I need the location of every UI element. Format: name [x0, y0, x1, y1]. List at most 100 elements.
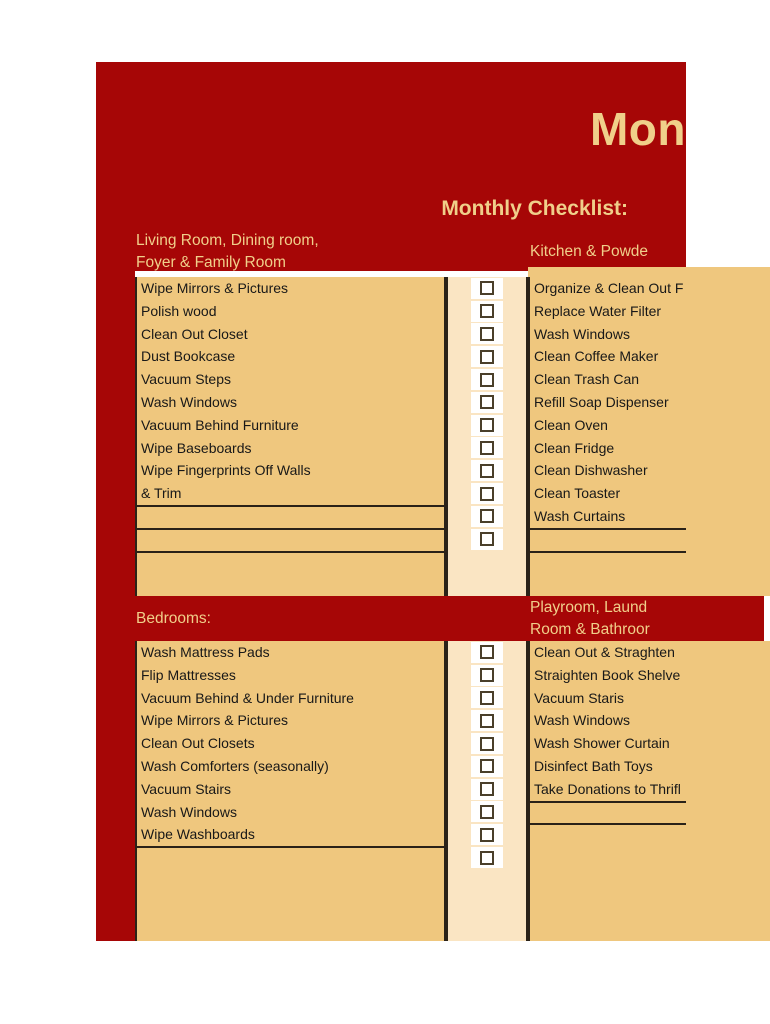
checkbox-cell-background[interactable]: [471, 733, 503, 755]
checkbox-icon[interactable]: [480, 668, 494, 683]
list-item: Replace Water Filter: [534, 302, 662, 319]
checkbox-cell-background[interactable]: [471, 641, 503, 663]
checkbox-icon[interactable]: [480, 326, 494, 341]
caption-line-1: Living Room, Dining room,: [136, 232, 319, 249]
checkbox-cell-background[interactable]: [471, 437, 503, 459]
checkbox-icon[interactable]: [480, 281, 494, 296]
checkbox-cell[interactable]: [448, 277, 526, 300]
checkbox-icon[interactable]: [480, 736, 494, 751]
checkbox-icon[interactable]: [480, 395, 494, 410]
checkbox-cell[interactable]: [448, 709, 526, 732]
list-item: Vacuum Behind Furniture: [141, 416, 299, 433]
checkbox-cell-background[interactable]: [471, 824, 503, 846]
left-red-margin-bottom: [96, 641, 135, 941]
checkbox-cell-background[interactable]: [471, 778, 503, 800]
list-item: Wipe Washboards: [141, 826, 255, 843]
checkbox-icon[interactable]: [480, 850, 494, 865]
checkbox-cell[interactable]: [448, 391, 526, 414]
checkbox-cell[interactable]: [448, 323, 526, 346]
checkbox-cell-background[interactable]: [471, 664, 503, 686]
checkbox-icon[interactable]: [480, 349, 494, 364]
checkbox-cell[interactable]: [448, 368, 526, 391]
checkbox-cell[interactable]: [448, 459, 526, 482]
checkbox-cell[interactable]: [448, 801, 526, 824]
list-item: Clean Coffee Maker: [534, 348, 659, 365]
list-item: Refill Soap Dispenser: [534, 393, 669, 410]
list-item: Organize & Clean Out F: [534, 280, 684, 296]
checkbox-cell-background[interactable]: [471, 505, 503, 527]
list-item: Dust Bookcase: [141, 348, 236, 365]
blank-write-in-row[interactable]: [137, 846, 444, 869]
checkbox-icon[interactable]: [480, 759, 494, 774]
checkbox-icon[interactable]: [480, 463, 494, 478]
list-item: Wash Mattress Pads: [141, 644, 270, 660]
checkbox-cell[interactable]: [448, 755, 526, 778]
checkbox-cell[interactable]: [448, 732, 526, 755]
checkbox-cell[interactable]: [448, 846, 526, 869]
task-list-living-room: Wipe Mirrors & Pictures Polish wood Clean …: [135, 277, 446, 596]
list-item: Wipe Fingerprints Off Walls: [141, 462, 311, 479]
list-item: Clean Fridge: [534, 439, 615, 456]
task-list-kitchen: Organize & Clean Out F Replace Water Filt…: [528, 277, 770, 596]
task-list-playroom: Clean Out & Straghten Straighten Book She…: [528, 641, 770, 941]
blank-write-in-row[interactable]: [530, 800, 686, 824]
checkbox-cell[interactable]: [448, 414, 526, 437]
checkbox-cell[interactable]: [448, 528, 526, 551]
checkbox-cell[interactable]: [448, 300, 526, 323]
list-item: Clean Dishwasher: [534, 462, 648, 479]
checkbox-cell-background[interactable]: [471, 391, 503, 413]
checkbox-icon[interactable]: [480, 690, 494, 705]
checkbox-cell-background[interactable]: [471, 528, 503, 550]
checkbox-cell-background[interactable]: [471, 277, 503, 299]
list-item: Clean Trash Can: [534, 371, 640, 388]
blank-write-in-row[interactable]: [530, 823, 686, 846]
checkbox-icon[interactable]: [480, 532, 494, 547]
left-red-margin-top: [96, 271, 135, 596]
checkbox-cell-background[interactable]: [471, 369, 503, 391]
checkbox-icon[interactable]: [480, 418, 494, 433]
checkbox-cell-background[interactable]: [471, 323, 503, 345]
list-item: Vacuum Steps: [141, 371, 232, 388]
checkbox-cell-background[interactable]: [471, 460, 503, 482]
checkbox-icon[interactable]: [480, 827, 494, 842]
checkbox-cell-background[interactable]: [471, 847, 503, 869]
checkbox-cell-background[interactable]: [471, 483, 503, 505]
checkbox-cell-background[interactable]: [471, 414, 503, 436]
checkbox-icon[interactable]: [480, 486, 494, 501]
checkbox-icon[interactable]: [480, 372, 494, 387]
checkbox-cell-background[interactable]: [471, 300, 503, 322]
checkbox-cell[interactable]: [448, 437, 526, 460]
blank-write-in-row[interactable]: [530, 527, 686, 551]
caption-line-2: Room & Bathroor: [530, 621, 650, 638]
checkbox-icon[interactable]: [480, 782, 494, 797]
checkbox-icon[interactable]: [480, 645, 494, 660]
checkbox-icon[interactable]: [480, 804, 494, 819]
checkbox-icon[interactable]: [480, 304, 494, 319]
checkbox-cell[interactable]: [448, 778, 526, 801]
checkbox-cell[interactable]: [448, 345, 526, 368]
blank-write-in-row[interactable]: [137, 550, 444, 574]
checkbox-cell[interactable]: [448, 482, 526, 505]
list-item: Clean Out Closets: [141, 735, 255, 752]
checkbox-cell-background[interactable]: [471, 801, 503, 823]
checkbox-icon[interactable]: [480, 440, 494, 455]
checkbox-cell-background[interactable]: [471, 755, 503, 777]
checkbox-cell[interactable]: [448, 505, 526, 528]
checkbox-cell[interactable]: [448, 664, 526, 687]
blank-write-in-row[interactable]: [137, 504, 444, 528]
checkbox-icon[interactable]: [480, 713, 494, 728]
blank-write-in-row[interactable]: [530, 550, 686, 574]
checkbox-cell-background[interactable]: [471, 687, 503, 709]
checklist-sheet: Mon Monthly Checklist: Living Room, Dini…: [0, 0, 770, 1024]
checkbox-cell[interactable]: [448, 641, 526, 664]
list-item: Wash Shower Curtain: [534, 735, 670, 752]
blank-write-in-row[interactable]: [137, 527, 444, 551]
checkbox-cell-background[interactable]: [471, 710, 503, 732]
checkbox-cell-background[interactable]: [471, 346, 503, 368]
checkbox-cell[interactable]: [448, 687, 526, 710]
checkbox-icon[interactable]: [480, 509, 494, 524]
list-item: Take Donations to Thrifl: [534, 780, 681, 797]
checkbox-cell[interactable]: [448, 823, 526, 846]
list-item: Straighten Book Shelve: [534, 666, 681, 683]
section-caption-bedrooms: Bedrooms:: [136, 608, 211, 630]
